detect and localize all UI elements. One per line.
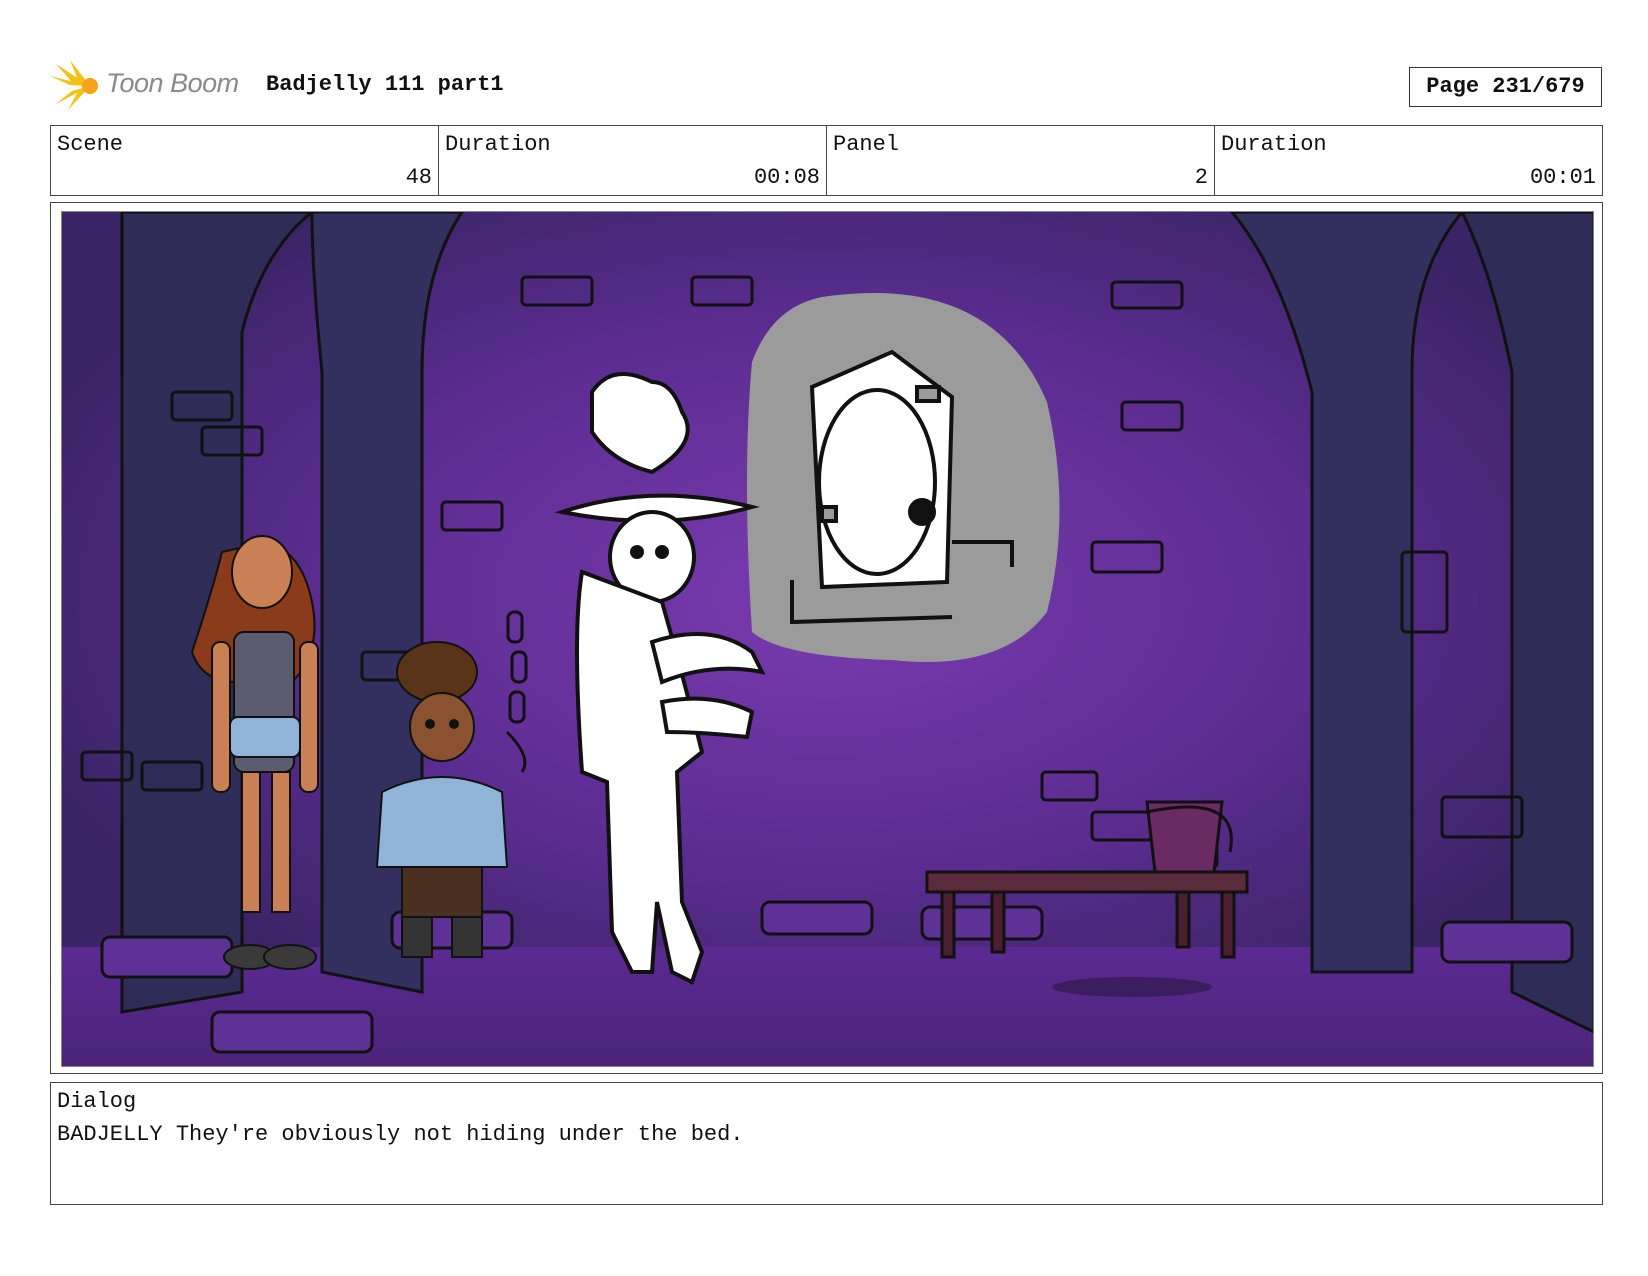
scene-duration-value: 00:08 — [753, 165, 820, 190]
logo-text: Toon Boom — [106, 68, 239, 98]
dialog-label: Dialog — [57, 1089, 137, 1114]
starburst-icon — [50, 60, 98, 110]
scene-value: 48 — [405, 165, 432, 190]
dialog-box: Dialog BADJELLY They're obviously not hi… — [50, 1082, 1603, 1205]
storyboard-panel — [50, 202, 1603, 1074]
panel-duration-cell: Duration 00:01 — [1215, 126, 1602, 195]
scene-duration-cell: Duration 00:08 — [439, 126, 827, 195]
floor-shadow — [1052, 977, 1212, 997]
page-header: Toon Boom Badjelly 111 part1 Page 231/67… — [50, 58, 1602, 116]
page-number: Page 231/679 — [1409, 67, 1602, 107]
panel-value: 2 — [1194, 165, 1208, 190]
dialog-text: BADJELLY They're obviously not hiding un… — [57, 1122, 744, 1147]
scene-duration-label: Duration — [445, 132, 551, 157]
dungeon-scene-illustration — [62, 212, 1593, 1066]
panel-image — [61, 211, 1594, 1067]
scene-cell: Scene 48 — [51, 126, 439, 195]
project-title: Badjelly 111 part1 — [266, 72, 504, 97]
scene-label: Scene — [57, 132, 124, 157]
panel-duration-value: 00:01 — [1529, 165, 1596, 190]
scene-info-row: Scene 48 Duration 00:08 Panel 2 Duration… — [50, 125, 1603, 196]
toon-boom-logo: Toon Boom — [50, 58, 250, 114]
thought-bubble — [747, 292, 1060, 662]
panel-duration-label: Duration — [1221, 132, 1327, 157]
panel-cell: Panel 2 — [827, 126, 1215, 195]
panel-label: Panel — [833, 132, 900, 157]
